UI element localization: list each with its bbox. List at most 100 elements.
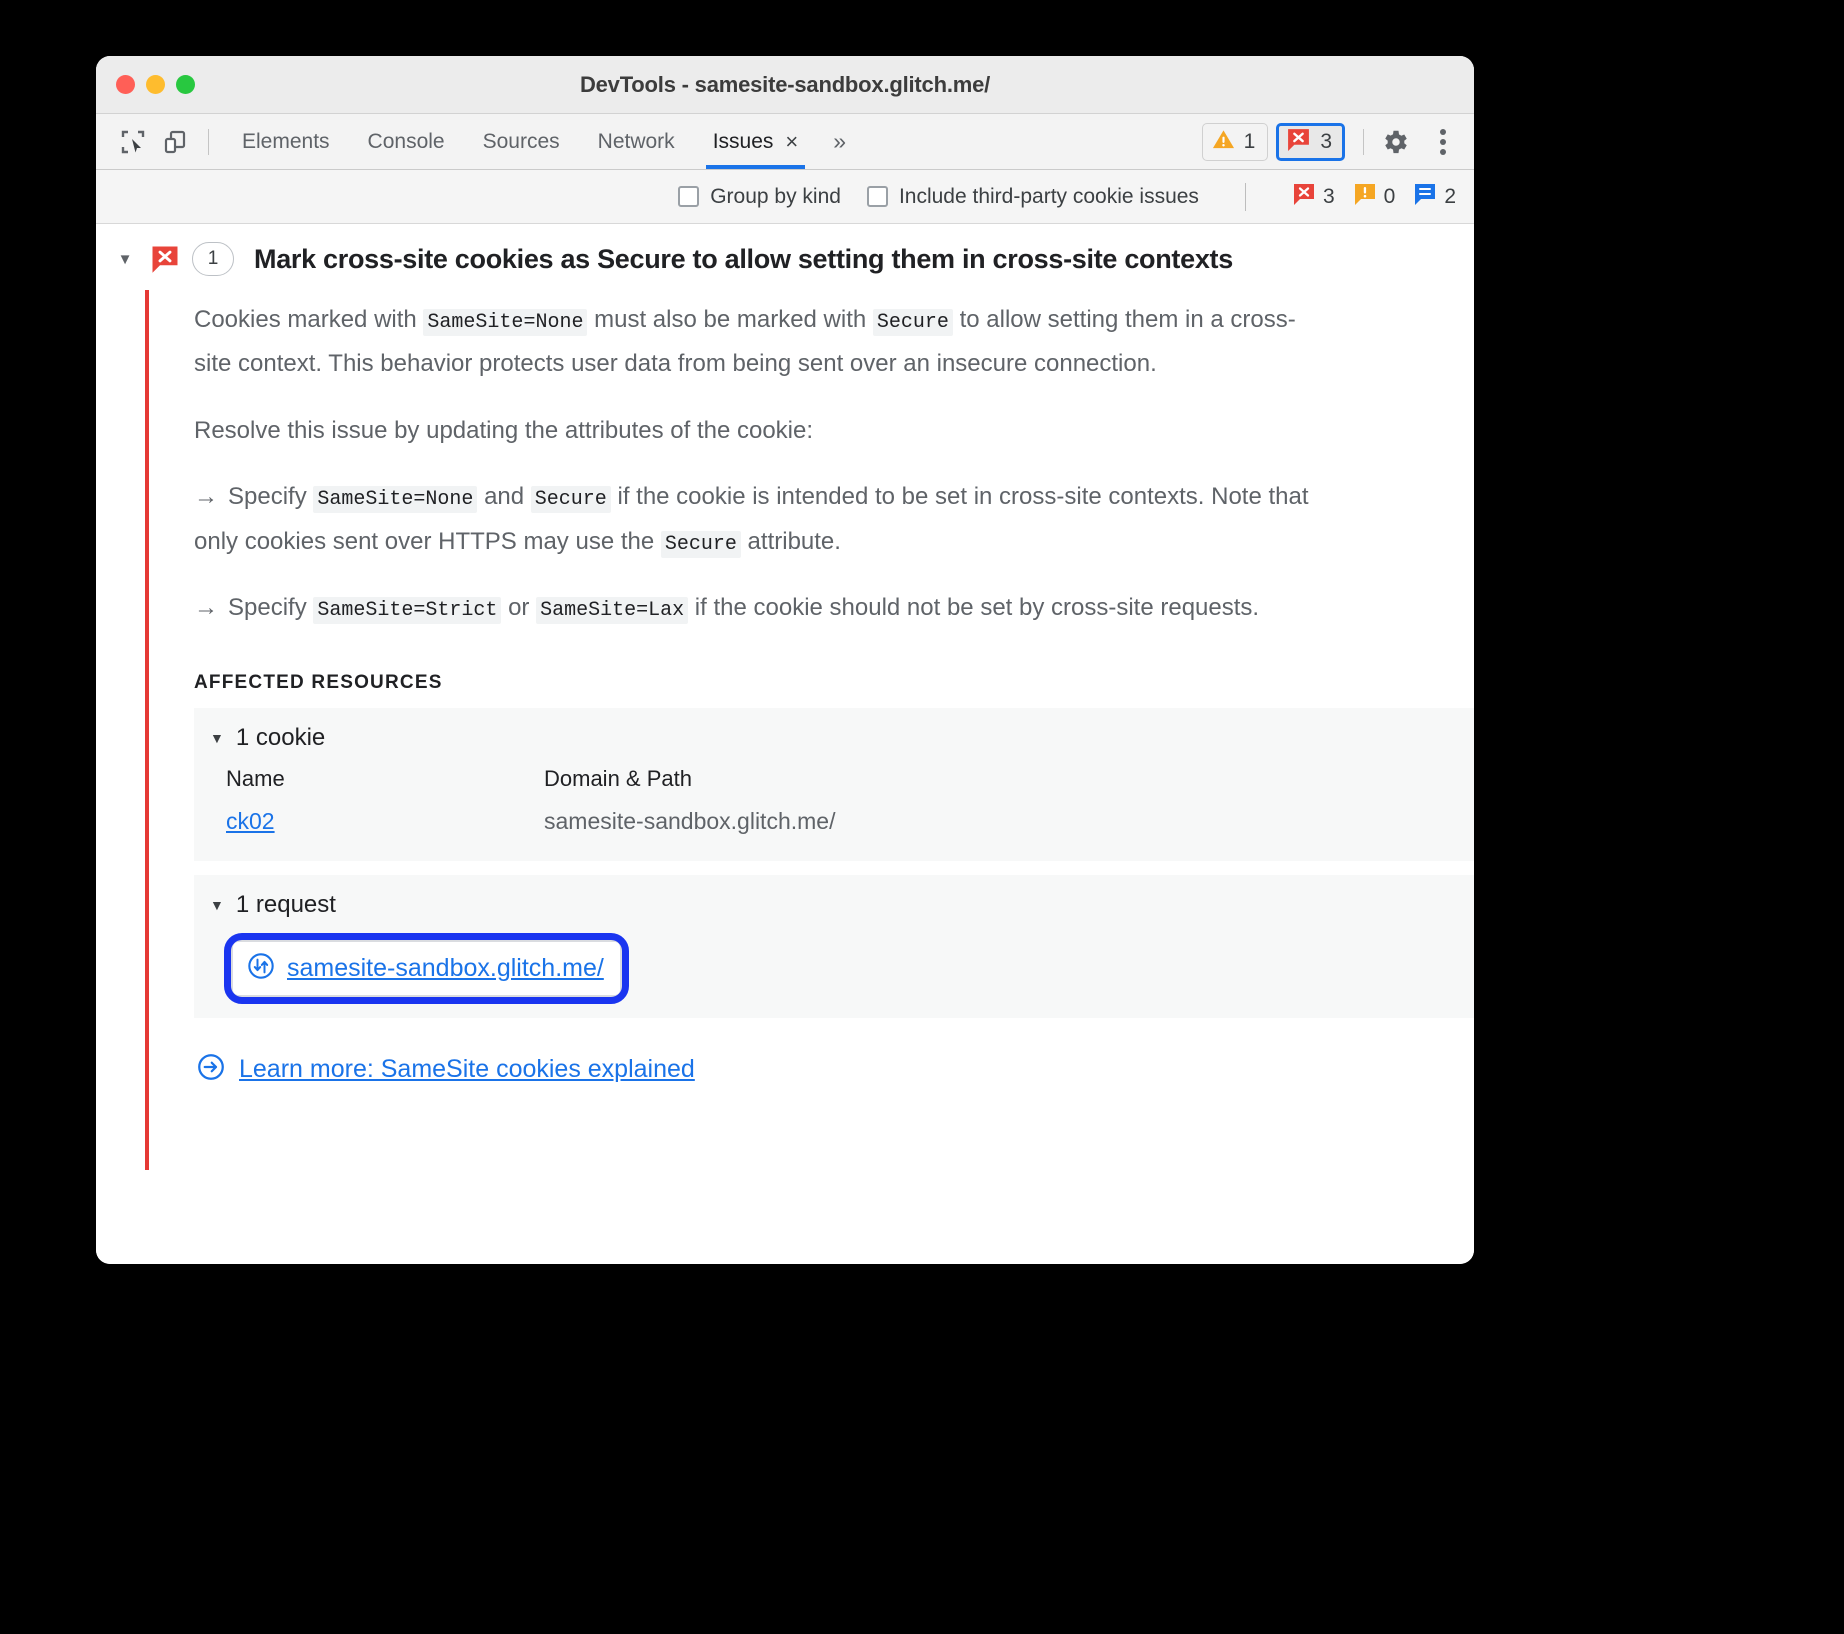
kebab-dot-2	[1440, 138, 1446, 145]
code-samesite-strict: SameSite=Strict	[313, 596, 502, 624]
chevron-down-icon[interactable]: ▼	[110, 251, 140, 268]
info-counter-value: 2	[1444, 184, 1456, 208]
request-url-link[interactable]: samesite-sandbox.glitch.me/	[287, 954, 604, 983]
issue-body: Cookies marked with SameSite=None must a…	[145, 290, 1474, 1170]
devtools-main-toolbar: Elements Console Sources Network Issues …	[96, 114, 1474, 170]
error-count-button[interactable]: 3	[1276, 122, 1345, 161]
toolbar-right-controls: 1 3	[1201, 122, 1460, 161]
cookie-resource-block: ▼ 1 cookie Name Domain & Path ck02 sames…	[194, 708, 1474, 862]
bullet2-text-1: Specify	[228, 593, 314, 621]
gear-icon[interactable]	[1376, 123, 1414, 161]
desc-text-1: Cookies marked with	[194, 306, 424, 333]
error-counter-value: 3	[1322, 184, 1335, 208]
code-samesite-none: SameSite=None	[313, 486, 478, 514]
cookie-domain-path-cell: samesite-sandbox.glitch.me/	[544, 808, 836, 835]
window-titlebar: DevTools - samesite-sandbox.glitch.me/	[96, 56, 1474, 114]
circle-arrow-right-icon	[196, 1052, 226, 1087]
cookie-section-header[interactable]: ▼ 1 cookie	[194, 708, 1474, 762]
checkbox-box[interactable]	[678, 186, 700, 207]
include-third-party-label: Include third-party cookie issues	[898, 184, 1199, 208]
warning-count: 1	[1243, 129, 1256, 153]
tab-sources-label: Sources	[482, 129, 560, 153]
cookie-name-link[interactable]: ck02	[226, 808, 275, 834]
include-third-party-checkbox[interactable]: Include third-party cookie issues	[866, 184, 1199, 209]
cookie-table: Name Domain & Path ck02 samesite-sandbox…	[194, 762, 1474, 861]
toolbar-divider-right	[1363, 128, 1364, 155]
tab-console[interactable]: Console	[349, 114, 464, 169]
tab-sources[interactable]: Sources	[464, 114, 579, 169]
error-counter[interactable]: 3	[1292, 182, 1335, 211]
bullet1-text-1: Specify	[228, 483, 314, 511]
issues-panel-content: ▼ 1 Mark cross-site cookies as Secure to…	[96, 224, 1474, 1264]
warning-count-button[interactable]: 1	[1201, 122, 1269, 161]
toolbar-divider	[208, 128, 209, 155]
request-section-header[interactable]: ▼ 1 request	[194, 875, 1474, 929]
request-link-container[interactable]: samesite-sandbox.glitch.me/	[224, 933, 629, 1005]
learn-more-link[interactable]: Learn more: SameSite cookies explained	[239, 1055, 695, 1084]
info-bubble-icon	[1413, 182, 1437, 211]
bullet1-text-2: and	[477, 483, 531, 511]
cookie-name-cell: ck02	[226, 808, 544, 835]
kebab-dot-3	[1440, 148, 1446, 155]
issue-count-pill: 1	[192, 242, 234, 276]
tab-issues[interactable]: Issues ×	[694, 114, 818, 169]
issue-description-paragraph: Cookies marked with SameSite=None must a…	[194, 298, 1314, 387]
issues-filter-bar: Group by kind Include third-party cookie…	[96, 170, 1474, 224]
warning-counter[interactable]: 0	[1353, 182, 1396, 211]
inspect-element-icon[interactable]	[114, 123, 152, 161]
table-row: ck02 samesite-sandbox.glitch.me/	[226, 808, 1474, 835]
kebab-dot-1	[1440, 128, 1446, 135]
error-count: 3	[1320, 129, 1332, 153]
table-header-row: Name Domain & Path	[226, 766, 1474, 808]
code-samesite-lax: SameSite=Lax	[536, 596, 689, 624]
arrow-right-icon: →	[194, 483, 218, 511]
error-bubble-icon	[150, 244, 180, 274]
error-bubble-icon	[1286, 127, 1311, 157]
issue-bullet-1: → Specify SameSite=None and Secure if the…	[194, 475, 1314, 564]
tab-network[interactable]: Network	[579, 114, 694, 169]
group-by-kind-label: Group by kind	[710, 184, 841, 208]
group-by-kind-checkbox[interactable]: Group by kind	[678, 185, 841, 209]
issue-header-row[interactable]: ▼ 1 Mark cross-site cookies as Secure to…	[96, 224, 1474, 290]
filter-divider	[1244, 182, 1246, 211]
tab-issues-label: Issues	[712, 129, 774, 153]
info-counter[interactable]: 2	[1413, 182, 1456, 211]
cookie-section-title: 1 cookie	[235, 724, 326, 752]
column-header-domain-path: Domain & Path	[544, 766, 692, 792]
tab-elements[interactable]: Elements	[223, 114, 349, 169]
tab-console-label: Console	[367, 129, 445, 153]
learn-more-row[interactable]: Learn more: SameSite cookies explained	[196, 1052, 1474, 1087]
code-samesite-none: SameSite=None	[423, 309, 588, 336]
checkbox-box[interactable]	[866, 186, 888, 207]
chevron-double-right-icon[interactable]: »	[817, 128, 859, 155]
code-secure: Secure	[872, 309, 953, 336]
tab-elements-label: Elements	[242, 129, 330, 153]
chevron-down-icon[interactable]: ▼	[210, 897, 224, 913]
issue-resolve-paragraph: Resolve this issue by updating the attri…	[194, 416, 814, 444]
device-toolbar-icon[interactable]	[156, 123, 194, 161]
panel-tabs: Elements Console Sources Network Issues …	[223, 114, 859, 169]
tab-network-label: Network	[597, 129, 675, 153]
column-header-name: Name	[226, 766, 285, 792]
request-section-title: 1 request	[235, 891, 336, 919]
affected-resources-label: AFFECTED RESOURCES	[194, 672, 443, 694]
chevron-down-icon[interactable]: ▼	[210, 730, 224, 746]
bullet2-text-2: or	[501, 593, 537, 621]
kebab-menu-icon[interactable]	[1426, 123, 1460, 161]
close-icon[interactable]: ×	[785, 130, 798, 153]
bullet1-text-4: attribute.	[740, 527, 841, 555]
request-resource-block: ▼ 1 request samesite-sandbox.glitch.me/	[194, 875, 1474, 1019]
warning-counter-value: 0	[1383, 184, 1396, 208]
warning-triangle-icon	[1212, 128, 1235, 156]
error-bubble-icon	[1292, 182, 1316, 211]
arrow-right-icon: →	[194, 593, 218, 621]
issue-bullet-2: → Specify SameSite=Strict or SameSite=Lax…	[194, 586, 1314, 630]
issue-counters: 3 0 2	[1292, 182, 1456, 211]
issue-title: Mark cross-site cookies as Secure to all…	[254, 243, 1233, 274]
code-secure-2: Secure	[660, 530, 741, 558]
desc-text-2: must also be marked with	[587, 306, 873, 333]
request-arrows-icon	[247, 952, 275, 985]
window-title: DevTools - samesite-sandbox.glitch.me/	[579, 71, 991, 97]
warning-bubble-icon	[1353, 182, 1377, 211]
code-secure: Secure	[530, 486, 611, 514]
